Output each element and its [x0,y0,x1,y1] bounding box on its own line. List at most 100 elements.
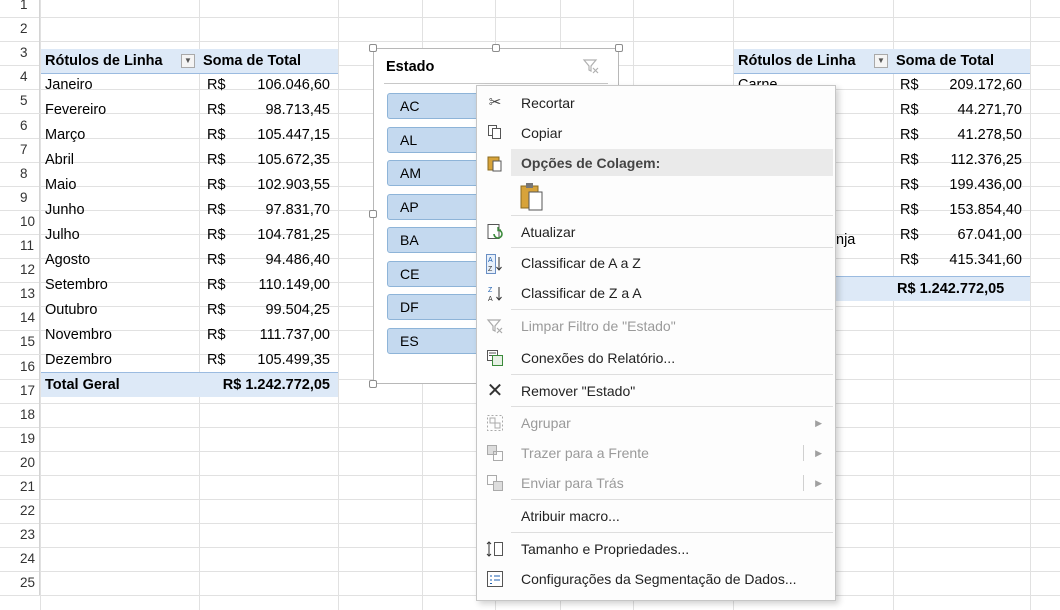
clear-filter-icon [485,317,505,335]
menu-item-atribuir-macro[interactable]: Atribuir macro... [478,501,834,531]
pivot-row-label: Junho [45,202,85,218]
menu-item-label: Trazer para a Frente [521,445,649,461]
pivot-right-row-label-header: Rótulos de Linha [738,53,856,69]
slicer-title: Estado [386,59,435,75]
pivot-row-value: 209.172,60 [949,77,1022,93]
refresh-icon [485,223,505,241]
row-number[interactable]: 12 [0,258,40,282]
pivot-row-value: 105.499,35 [257,352,330,368]
menu-item-trazer-frente[interactable]: Trazer para a Frente ▶ [478,438,834,468]
menu-item-configuracoes-segmentacao[interactable]: Configurações da Segmentação de Dados... [478,564,834,594]
clear-filter-icon[interactable] [582,57,602,77]
row-number[interactable]: 6 [0,114,40,138]
row-number[interactable]: 2 [0,17,40,41]
menu-item-classificar-a-z[interactable]: AZ Classificar de A a Z [478,248,834,278]
pivot-left-value-header: Soma de Total [203,53,302,69]
row-number[interactable]: 9 [0,186,40,210]
row-number[interactable]: 8 [0,162,40,186]
row-number[interactable]: 4 [0,65,40,89]
pivot-row-label: Setembro [45,277,108,293]
resize-handle[interactable] [492,44,500,52]
pivot-row-value: 98.713,45 [265,102,330,118]
pivot-row-value: 111.737,00 [259,327,330,343]
menu-item-remover-estado[interactable]: ✕ Remover "Estado" [478,376,834,406]
slicer-settings-icon [485,570,505,588]
menu-item-label: Atualizar [521,224,576,240]
row-number[interactable]: 1 [0,0,40,17]
row-number[interactable]: 3 [0,41,40,65]
pivot-row-value: 67.041,00 [957,227,1022,243]
pivot-row-value: 106.046,60 [257,77,330,93]
pivot-right-partial-label: nja [836,232,856,248]
resize-handle[interactable] [369,210,377,218]
currency-symbol: R$ [207,177,226,193]
menu-item-classificar-z-a[interactable]: ZA Classificar de Z a A [478,278,834,308]
menu-item-tamanho-propriedades[interactable]: Tamanho e Propriedades... [478,534,834,564]
submenu-divider [803,475,804,491]
menu-separator [511,309,833,310]
filter-dropdown-button[interactable]: ▼ [181,54,195,68]
menu-item-label: Recortar [521,95,575,111]
row-number[interactable]: 18 [0,403,40,427]
row-number[interactable]: 13 [0,282,40,306]
menu-item-recortar[interactable]: ✂ Recortar [478,88,834,118]
currency-symbol: R$ [900,77,919,93]
currency-symbol: R$ [900,177,919,193]
menu-item-agrupar[interactable]: Agrupar ▶ [478,408,834,438]
menu-item-copiar[interactable]: Copiar [478,118,834,148]
pivot-row-label: Maio [45,177,77,193]
row-number[interactable]: 23 [0,523,40,547]
paste-option-button[interactable] [519,182,547,212]
row-number[interactable]: 7 [0,138,40,162]
currency-symbol: R$ [900,252,919,268]
row-number[interactable]: 17 [0,379,40,403]
row-number[interactable]: 24 [0,547,40,571]
pivot-row-value: 41.278,50 [957,127,1022,143]
row-number[interactable]: 19 [0,427,40,451]
resize-handle[interactable] [369,44,377,52]
menu-item-conexoes-relatorio[interactable]: Conexões do Relatório... [478,343,834,373]
row-number[interactable]: 20 [0,451,40,475]
currency-symbol: R$ [900,102,919,118]
resize-handle[interactable] [369,380,377,388]
menu-item-enviar-tras[interactable]: Enviar para Trás ▶ [478,468,834,498]
pivot-row-value: 44.271,70 [957,102,1022,118]
row-number[interactable]: 21 [0,475,40,499]
row-number[interactable]: 10 [0,210,40,234]
pivot-row-label: Julho [45,227,80,243]
currency-symbol: R$ [207,252,226,268]
menu-separator [511,406,833,407]
submenu-divider [803,445,804,461]
currency-symbol: R$ [207,227,226,243]
size-properties-icon [485,540,505,558]
pivot-row-value: 112.376,25 [950,152,1023,168]
context-menu: ✂ Recortar Copiar Opções de Colagem: Atu… [476,85,836,601]
pivot-left-total-label: Total Geral [45,377,120,393]
menu-separator [511,215,833,216]
row-number[interactable]: 5 [0,89,40,113]
pivot-row-label: Novembro [45,327,112,343]
row-number[interactable]: 22 [0,499,40,523]
submenu-arrow-icon: ▶ [815,448,822,458]
submenu-arrow-icon: ▶ [815,478,822,488]
menu-item-atualizar[interactable]: Atualizar [478,217,834,247]
menu-item-limpar-filtro[interactable]: Limpar Filtro de "Estado" [478,311,834,341]
sheet-row[interactable]: 1 [0,0,1060,17]
pivot-right-total-value: R$ 1.242.772,05 [897,281,1005,297]
menu-item-paste-options: Opções de Colagem: [478,148,834,178]
resize-handle[interactable] [615,44,623,52]
row-number[interactable]: 11 [0,234,40,258]
pivot-row-value: 105.447,15 [257,127,330,143]
row-number[interactable]: 15 [0,330,40,354]
pivot-left-row-label-header: Rótulos de Linha [45,53,163,69]
sort-za-icon: ZA [485,284,505,303]
row-number[interactable]: 14 [0,306,40,330]
pivot-row-value: 199.436,00 [949,177,1022,193]
menu-item-label: Atribuir macro... [521,508,620,524]
pivot-row-label: Abril [45,152,75,168]
filter-dropdown-button[interactable]: ▼ [874,54,888,68]
sheet-row[interactable]: 2 [0,17,1060,41]
pivot-row-label: Janeiro [45,77,93,93]
row-number[interactable]: 16 [0,355,40,379]
row-number[interactable]: 25 [0,571,40,595]
